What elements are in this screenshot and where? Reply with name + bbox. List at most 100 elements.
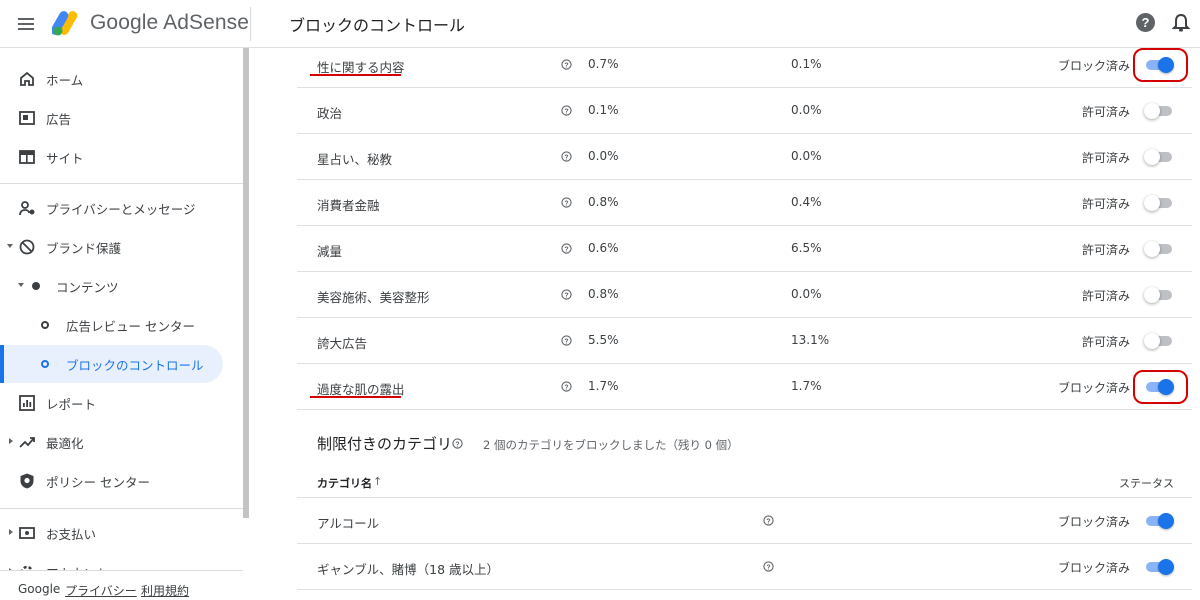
sidebar-divider	[0, 183, 243, 184]
table-row: 美容施術、美容整形 ? 0.8% 0.0% 許可済み	[297, 272, 1192, 318]
sidebar-item-home[interactable]: ホーム	[0, 60, 243, 98]
bullet-icon	[32, 282, 40, 290]
help-icon[interactable]: ?	[561, 105, 572, 116]
sidebar-item-label: ブロックのコントロール	[66, 357, 204, 373]
top-app-bar: Google AdSense ブロックのコントロール ?	[0, 0, 1200, 48]
chevron-right-icon	[9, 438, 13, 444]
help-icon[interactable]: ?	[763, 515, 774, 526]
category-toggle[interactable]	[1144, 333, 1174, 349]
svg-text:?: ?	[564, 154, 568, 161]
help-icon[interactable]: ?	[561, 381, 572, 392]
status-label: ブロック済み	[1057, 381, 1130, 395]
svg-text:?: ?	[564, 246, 568, 253]
svg-text:?: ?	[564, 292, 568, 299]
footer-terms-link[interactable]: 利用規約	[141, 582, 189, 599]
category-name: アルコール	[317, 516, 380, 531]
value-2: 6.5%	[791, 241, 822, 255]
category-toggle[interactable]	[1144, 559, 1174, 575]
column-header-name[interactable]: カテゴリ名	[317, 475, 372, 491]
notifications-bell-icon[interactable]	[1170, 12, 1192, 34]
highlight-underline	[310, 396, 401, 398]
sidebar-item-payments[interactable]: お支払い	[0, 514, 243, 552]
svg-text:?: ?	[564, 384, 568, 391]
sidebar-item-reports[interactable]: レポート	[0, 384, 243, 422]
table-row: 過度な肌の露出 ? 1.7% 1.7% ブロック済み	[297, 364, 1192, 410]
svg-text:?: ?	[766, 564, 770, 571]
footer-google: Google	[18, 582, 61, 596]
table-header: カテゴリ名 ↑ ステータス	[297, 466, 1192, 498]
category-toggle[interactable]	[1144, 195, 1174, 211]
category-toggle[interactable]	[1144, 149, 1174, 165]
category-toggle[interactable]	[1144, 513, 1174, 529]
value-2: 1.7%	[791, 379, 822, 393]
report-icon	[19, 395, 35, 411]
value-2: 0.0%	[791, 287, 822, 301]
page-title: ブロックのコントロール	[289, 16, 466, 35]
active-indicator	[0, 345, 4, 383]
highlight-circle	[1133, 370, 1188, 404]
chevron-down-icon	[7, 244, 13, 248]
svg-text:?: ?	[564, 338, 568, 345]
value-1: 0.8%	[588, 287, 619, 301]
value-2: 0.4%	[791, 195, 822, 209]
category-toggle[interactable]	[1144, 287, 1174, 303]
category-name: ギャンブル、賭博（18 歳以上）	[317, 562, 500, 577]
sidebar-item-sites[interactable]: サイト	[0, 138, 243, 176]
help-icon[interactable]: ?	[561, 243, 572, 254]
category-name: 誇大広告	[317, 336, 368, 351]
svg-text:?: ?	[455, 441, 459, 448]
header-divider	[250, 7, 251, 41]
sidebar-item-privacy-messaging[interactable]: プライバシーとメッセージ	[0, 189, 243, 227]
category-name: 星占い、秘教	[317, 152, 393, 167]
bullet-ring-icon	[41, 360, 49, 368]
help-icon[interactable]: ?	[561, 335, 572, 346]
help-icon[interactable]: ?	[561, 289, 572, 300]
table-row: 消費者金融 ? 0.8% 0.4% 許可済み	[297, 180, 1192, 226]
value-1: 5.5%	[588, 333, 619, 347]
home-icon	[20, 71, 34, 86]
status-label: ブロック済み	[1057, 561, 1130, 575]
sidebar-item-label: ブランド保護	[46, 240, 122, 256]
help-icon[interactable]: ?	[561, 59, 572, 70]
sidebar-item-policy-center[interactable]: ポリシー センター	[0, 462, 243, 500]
value-1: 0.7%	[588, 57, 619, 71]
sidebar-scrollbar[interactable]	[243, 48, 249, 518]
sidebar-item-label: ポリシー センター	[46, 474, 150, 490]
section-title: 制限付きのカテゴリ	[317, 435, 453, 453]
status-label: 許可済み	[1081, 151, 1130, 165]
sidebar-item-label: 最適化	[46, 435, 84, 451]
sort-arrow-icon[interactable]: ↑	[373, 475, 382, 488]
sidebar-item-label: 広告レビュー センター	[66, 318, 195, 334]
help-icon[interactable]: ?	[452, 438, 463, 449]
highlight-underline	[310, 74, 401, 76]
menu-icon[interactable]	[16, 14, 36, 34]
help-icon[interactable]: ?	[763, 561, 774, 572]
svg-text:?: ?	[766, 518, 770, 525]
bullet-ring-icon	[41, 321, 49, 329]
sidebar-footer: Google プライバシー 利用規約	[0, 570, 243, 600]
help-icon[interactable]: ?	[561, 197, 572, 208]
help-icon[interactable]: ?	[1136, 13, 1155, 32]
sidebar-item-content[interactable]: コンテンツ	[0, 267, 243, 305]
sidebar-item-label: ホーム	[46, 72, 84, 88]
sidebar-item-blocking-controls[interactable]: ブロックのコントロール	[0, 345, 223, 383]
column-header-status: ステータス	[1119, 477, 1174, 490]
help-icon[interactable]: ?	[561, 151, 572, 162]
status-label: ブロック済み	[1057, 59, 1130, 73]
block-icon	[19, 239, 35, 255]
sidebar-item-ad-review-center[interactable]: 広告レビュー センター	[0, 306, 243, 344]
table-row: 星占い、秘教 ? 0.0% 0.0% 許可済み	[297, 134, 1192, 180]
category-toggle[interactable]	[1144, 241, 1174, 257]
table-row: 誇大広告 ? 5.5% 13.1% 許可済み	[297, 318, 1192, 364]
sidebar-item-brand-safety[interactable]: ブランド保護	[0, 228, 243, 266]
category-toggle[interactable]	[1144, 103, 1174, 119]
value-1: 1.7%	[588, 379, 619, 393]
table-row: ギャンブル、賭博（18 歳以上） ? ブロック済み	[297, 544, 1192, 590]
sidebar-item-label: コンテンツ	[56, 279, 119, 295]
sidebar-divider	[0, 508, 243, 509]
footer-privacy-link[interactable]: プライバシー	[65, 582, 137, 599]
shield-icon	[20, 473, 34, 489]
sidebar-item-ads[interactable]: 広告	[0, 99, 243, 137]
sidebar-item-label: お支払い	[46, 526, 97, 542]
sidebar-item-optimization[interactable]: 最適化	[0, 423, 243, 461]
